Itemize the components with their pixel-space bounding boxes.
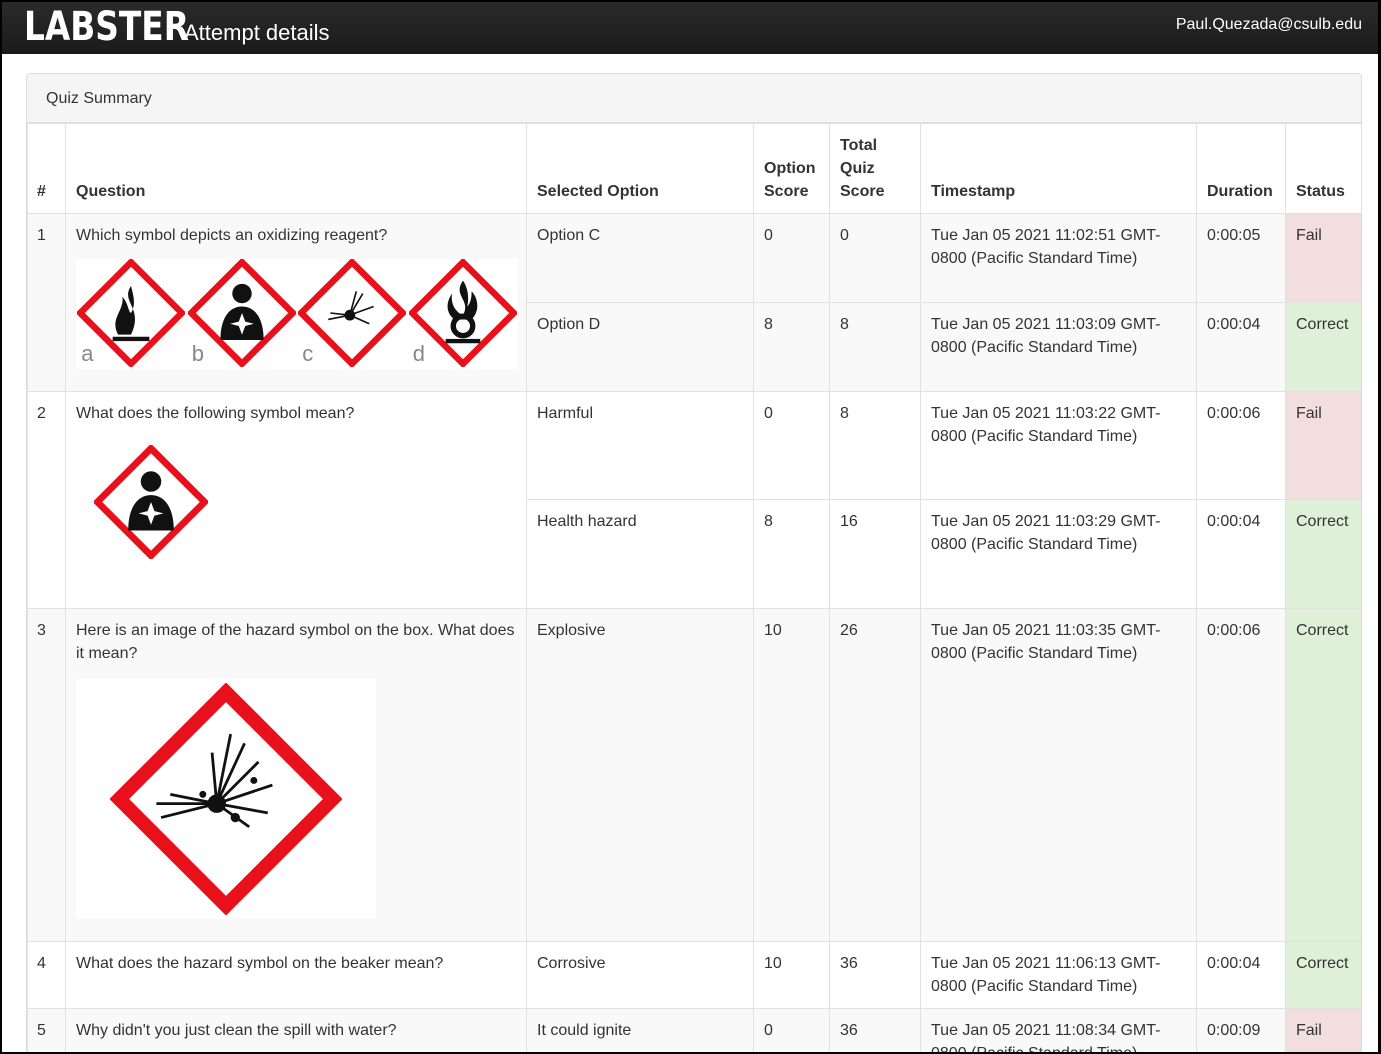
table-row: 1 Which symbol depicts an oxidizing reag… [27,213,1361,392]
selected-option: Explosive [526,608,754,942]
option-score: 10 [753,941,830,1009]
total-score: 0 [829,213,921,303]
question-cell: Which symbol depicts an oxidizing reagen… [65,213,527,392]
col-header-question: Question [65,123,527,214]
duration: 0:00:04 [1196,499,1286,609]
table-row: 4 What does the hazard symbol on the bea… [27,941,1361,1009]
status-fail: Fail [1285,1008,1361,1052]
timestamp: Tue Jan 05 2021 11:08:34 GMT-0800 (Pacif… [920,1008,1197,1052]
total-score: 8 [829,302,921,392]
col-header-duration: Duration [1196,123,1286,214]
timestamp: Tue Jan 05 2021 11:02:51 GMT-0800 (Pacif… [920,213,1197,303]
symbol-label-b: b [191,341,204,366]
status-correct: Correct [1285,941,1361,1009]
top-bar: LABSTER Attempt details Paul.Quezada@csu… [2,2,1378,54]
total-score: 16 [829,499,921,609]
col-header-status: Status [1285,123,1361,214]
panel-title: Quiz Summary [27,74,1361,123]
timestamp: Tue Jan 05 2021 11:03:35 GMT-0800 (Pacif… [920,608,1197,942]
duration: 0:00:04 [1196,302,1286,392]
symbol-label-a: a [81,341,94,366]
total-score: 36 [829,1008,921,1052]
question-number: 1 [27,213,66,392]
status-fail: Fail [1285,213,1361,303]
user-email[interactable]: Paul.Quezada@csulb.edu [1176,16,1362,34]
health-hazard-symbol-icon: b [186,257,298,369]
app-window: LABSTER Attempt details Paul.Quezada@csu… [2,2,1378,1052]
selected-option: Harmful [526,391,754,500]
option-score: 8 [753,302,830,392]
duration: 0:00:05 [1196,213,1286,303]
total-score: 8 [829,391,921,500]
option-score: 0 [753,213,830,303]
duration: 0:00:04 [1196,941,1286,1009]
option-score: 8 [753,499,830,609]
col-header-option-score: Option Score [753,123,830,214]
option-score: 0 [753,391,830,500]
quiz-summary-table: # Question Selected Option Option Score … [27,123,1361,1052]
question-text: What does the hazard symbol on the beake… [65,941,527,1009]
timestamp: Tue Jan 05 2021 11:03:09 GMT-0800 (Pacif… [920,302,1197,392]
duration: 0:00:09 [1196,1008,1286,1052]
option-score: 0 [753,1008,830,1052]
duration: 0:00:06 [1196,608,1286,942]
explosive-symbol-icon: c [296,257,408,369]
table-row: 2 What does the following symbol mean? H… [27,391,1361,609]
ghs-symbols-image: a b c d [75,257,519,369]
question-number: 5 [27,1008,66,1052]
duration: 0:00:06 [1196,391,1286,500]
status-correct: Correct [1285,499,1361,609]
question-text: Which symbol depicts an oxidizing reagen… [76,227,388,244]
option-score: 10 [753,608,830,942]
col-header-num: # [27,123,66,214]
flammable-symbol-icon: a [75,257,187,369]
col-header-selected-option: Selected Option [526,123,754,214]
symbol-label-d: d [412,341,425,366]
status-fail: Fail [1285,391,1361,500]
question-number: 4 [27,941,66,1009]
table-header-row: # Question Selected Option Option Score … [27,123,1361,214]
timestamp: Tue Jan 05 2021 11:03:22 GMT-0800 (Pacif… [920,391,1197,500]
table-row: 5 Why didn't you just clean the spill wi… [27,1008,1361,1052]
page-title: Attempt details [184,20,330,45]
status-correct: Correct [1285,608,1361,942]
question-cell: What does the following symbol mean? [65,391,527,609]
selected-option: It could ignite [526,1008,754,1052]
question-text: Here is an image of the hazard symbol on… [76,622,515,662]
selected-option: Option C [526,213,754,303]
col-header-timestamp: Timestamp [920,123,1197,214]
symbol-label-c: c [302,341,314,366]
question-number: 2 [27,391,66,609]
oxidizer-symbol-icon: d [407,257,519,369]
labster-logo[interactable]: LABSTER [24,4,189,50]
question-cell: Here is an image of the hazard symbol on… [65,608,527,942]
timestamp: Tue Jan 05 2021 11:03:29 GMT-0800 (Pacif… [920,499,1197,609]
col-header-total-score: Total Quiz Score [829,123,921,214]
selected-option: Health hazard [526,499,754,609]
quiz-summary-panel: Quiz Summary # Question Selected Option … [26,73,1362,1052]
total-score: 26 [829,608,921,942]
timestamp: Tue Jan 05 2021 11:06:13 GMT-0800 (Pacif… [920,941,1197,1009]
status-correct: Correct [1285,302,1361,392]
question-text: What does the following symbol mean? [76,405,355,422]
selected-option: Corrosive [526,941,754,1009]
selected-option: Option D [526,302,754,392]
explosive-symbol-icon [76,679,376,919]
question-number: 3 [27,608,66,942]
total-score: 36 [829,941,921,1009]
question-text: Why didn't you just clean the spill with… [65,1008,527,1052]
table-row: 3 Here is an image of the hazard symbol … [27,608,1361,942]
health-hazard-symbol-icon [92,443,210,561]
